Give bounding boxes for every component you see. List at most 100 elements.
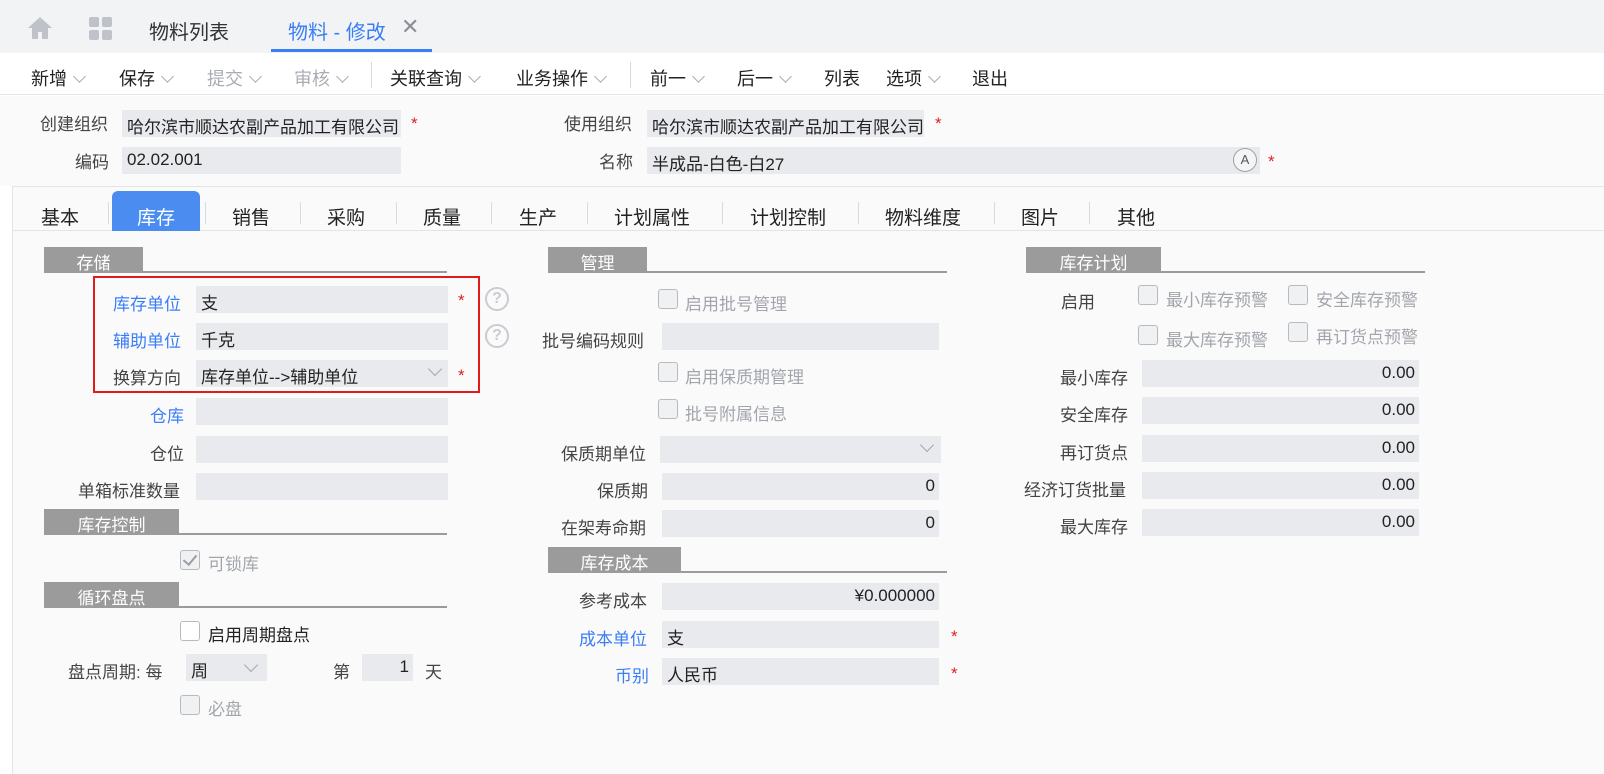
max-stock-alert-label: 最大库存预警: [1166, 331, 1268, 350]
required-mark: *: [951, 664, 958, 683]
max-stock-alert-checkbox[interactable]: [1138, 325, 1158, 345]
reorder-point-field[interactable]: 0.00: [1142, 435, 1419, 462]
tab-production[interactable]: 生产: [519, 203, 557, 230]
min-stock-alert-checkbox[interactable]: [1138, 285, 1158, 305]
currency-label[interactable]: 币别: [615, 662, 649, 687]
nth-label: 第: [333, 663, 350, 682]
lockable-label: 可锁库: [208, 555, 259, 574]
cost-unit-label[interactable]: 成本单位: [579, 625, 647, 650]
tab-basic[interactable]: 基本: [41, 203, 79, 230]
create-org-field[interactable]: 哈尔滨市顺达农副产品加工有限公司: [122, 110, 401, 137]
multilingual-icon[interactable]: A: [1233, 148, 1257, 172]
options-button[interactable]: 选项: [886, 65, 941, 91]
cost-unit-field[interactable]: 支: [662, 621, 939, 648]
min-stock-label: 最小库存: [1060, 369, 1128, 388]
enable-cycle-count-label: 启用周期盘点: [208, 626, 310, 645]
close-icon[interactable]: ✕: [401, 14, 419, 40]
required-mark: *: [411, 114, 418, 133]
tab-divider: [1089, 202, 1090, 224]
help-icon[interactable]: ?: [485, 324, 509, 348]
safe-stock-alert-label: 安全库存预警: [1316, 291, 1418, 310]
list-button[interactable]: 列表: [824, 65, 860, 91]
location-field[interactable]: [196, 436, 448, 463]
tab-quality[interactable]: 质量: [423, 203, 461, 230]
shelf-life-field[interactable]: 0: [662, 473, 939, 500]
audit-button[interactable]: 审核: [294, 65, 349, 91]
tab-images[interactable]: 图片: [1021, 203, 1059, 230]
tab-purchase[interactable]: 采购: [327, 203, 365, 230]
business-ops-button[interactable]: 业务操作: [516, 65, 607, 91]
toolbar-divider: [630, 62, 631, 88]
batch-mgmt-checkbox[interactable]: [658, 289, 678, 309]
currency-field[interactable]: 人民币: [662, 658, 939, 685]
ref-cost-field[interactable]: ¥0.000000: [662, 583, 939, 610]
tab-inventory[interactable]: 库存: [137, 203, 175, 230]
section-cycle-count: 循环盘点: [44, 582, 447, 608]
chevron-down-icon[interactable]: [73, 70, 86, 83]
use-org-field[interactable]: 哈尔滨市顺达农副产品加工有限公司: [647, 110, 924, 137]
chevron-down-icon[interactable]: [336, 70, 349, 83]
section-stock-cost: 库存成本: [548, 547, 947, 573]
enable-cycle-count-checkbox[interactable]: [180, 621, 200, 641]
new-button[interactable]: 新增: [31, 65, 86, 91]
lockable-checkbox[interactable]: [180, 550, 200, 570]
nth-field[interactable]: 1: [362, 654, 413, 681]
warehouse-field[interactable]: [196, 398, 448, 425]
on-shelf-life-field[interactable]: 0: [662, 510, 939, 537]
batch-attach-checkbox[interactable]: [658, 399, 678, 419]
tab-divider: [396, 202, 397, 224]
reorder-alert-checkbox[interactable]: [1288, 322, 1308, 342]
tab-plan-control[interactable]: 计划控制: [750, 203, 826, 230]
batch-rule-field[interactable]: [662, 323, 939, 350]
tab-divider: [994, 202, 995, 224]
min-stock-field[interactable]: 0.00: [1142, 360, 1419, 387]
name-label: 名称: [599, 153, 633, 172]
tab-material-edit[interactable]: 物料 - 修改: [288, 16, 386, 45]
help-icon[interactable]: ?: [485, 287, 509, 311]
tab-other[interactable]: 其他: [1117, 203, 1155, 230]
safe-stock-alert-checkbox[interactable]: [1288, 285, 1308, 305]
eoq-field[interactable]: 0.00: [1142, 472, 1419, 499]
related-query-button[interactable]: 关联查询: [390, 65, 481, 91]
code-field[interactable]: 02.02.001: [122, 147, 401, 174]
box-qty-field[interactable]: [196, 473, 448, 500]
safe-stock-field[interactable]: 0.00: [1142, 397, 1419, 424]
chevron-down-icon[interactable]: [779, 70, 792, 83]
chevron-down-icon[interactable]: [161, 70, 174, 83]
batch-mgmt-label: 启用批号管理: [685, 295, 787, 314]
section-stock-control: 库存控制: [44, 509, 447, 535]
top-tab-bar: 物料列表 物料 - 修改 ✕: [0, 0, 1604, 53]
exit-button[interactable]: 退出: [972, 65, 1008, 91]
shelf-mgmt-checkbox[interactable]: [658, 362, 678, 382]
apps-grid-icon[interactable]: [89, 17, 113, 41]
safe-stock-label: 安全库存: [1060, 406, 1128, 425]
home-icon[interactable]: [27, 15, 53, 41]
section-management: 管理: [548, 247, 947, 273]
tab-plan-attributes[interactable]: 计划属性: [614, 203, 690, 230]
prev-button[interactable]: 前一: [650, 65, 705, 91]
save-button[interactable]: 保存: [119, 65, 174, 91]
next-button[interactable]: 后一: [737, 65, 792, 91]
on-shelf-life-label: 在架寿命期: [561, 519, 646, 538]
max-stock-label: 最大库存: [1060, 518, 1128, 537]
tab-sales[interactable]: 销售: [232, 203, 270, 230]
tab-material-list[interactable]: 物料列表: [149, 16, 229, 45]
name-field[interactable]: 半成品-白色-白27: [647, 147, 1260, 174]
tab-material-dimension[interactable]: 物料维度: [885, 203, 961, 230]
chevron-down-icon[interactable]: [249, 70, 262, 83]
create-org-label: 创建组织: [40, 115, 108, 134]
chevron-down-icon[interactable]: [928, 70, 941, 83]
toolbar-divider: [371, 62, 372, 88]
active-tab-indicator: [271, 49, 432, 52]
max-stock-field[interactable]: 0.00: [1142, 509, 1419, 536]
batch-rule-label: 批号编码规则: [542, 332, 644, 351]
tab-divider: [587, 202, 588, 224]
warehouse-label[interactable]: 仓库: [150, 402, 184, 427]
must-count-checkbox[interactable]: [180, 695, 200, 715]
chevron-down-icon[interactable]: [468, 70, 481, 83]
chevron-down-icon[interactable]: [594, 70, 607, 83]
shelf-unit-select[interactable]: [660, 436, 941, 463]
submit-button[interactable]: 提交: [207, 65, 262, 91]
chevron-down-icon[interactable]: [692, 70, 705, 83]
enable-label: 启用: [1061, 293, 1095, 312]
